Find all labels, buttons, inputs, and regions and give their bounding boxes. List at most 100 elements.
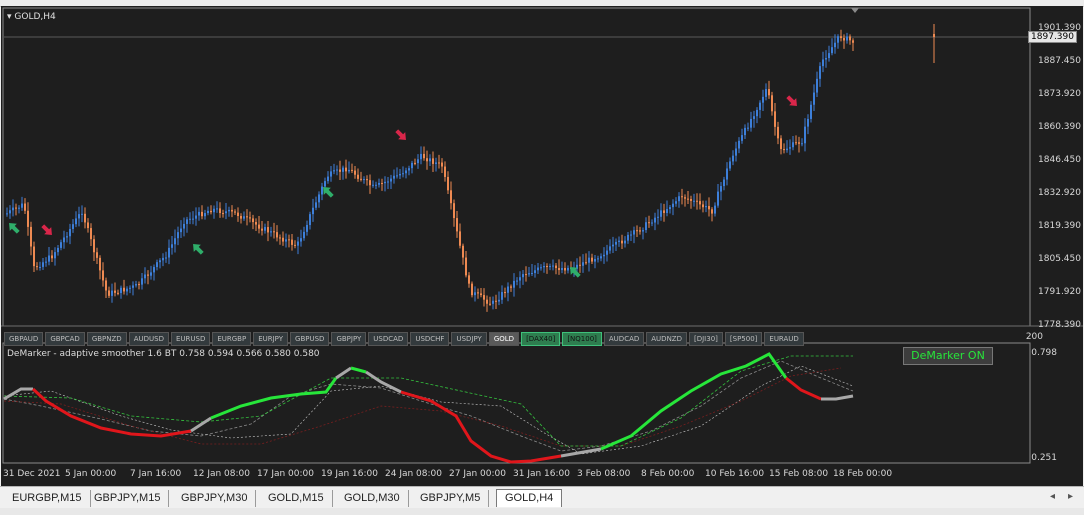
candle-body <box>534 270 536 273</box>
symbol-button[interactable]: EURUSD <box>170 332 211 346</box>
candle-body <box>141 278 143 285</box>
chart-tab[interactable]: GBPJPY,M15 <box>86 490 170 507</box>
symbol-button[interactable]: GBPJPY <box>331 332 367 346</box>
demarker-main-line <box>600 352 788 451</box>
symbol-button[interactable]: GBPCAD <box>45 332 85 346</box>
arrow-down-shape <box>395 129 406 140</box>
chart-tab[interactable]: GBPJPY,M30 <box>173 490 257 507</box>
candle-body <box>786 148 788 151</box>
candle-body <box>597 258 599 260</box>
chart-tab[interactable]: GOLD,M30 <box>336 490 409 507</box>
candle-body <box>156 262 158 268</box>
candle-body <box>132 285 134 288</box>
candle-body <box>321 186 323 195</box>
symbol-button[interactable]: AUDCAD <box>603 332 645 346</box>
symbol-button[interactable]: EURGBP <box>212 332 252 346</box>
candle-body <box>339 169 341 172</box>
candle-body <box>723 179 725 187</box>
symbol-button[interactable]: USDCHF <box>410 332 450 346</box>
candle-body <box>567 267 569 271</box>
symbol-button[interactable]: GBPUSD <box>290 332 330 346</box>
candle-body <box>420 153 422 160</box>
demarker-indicator <box>3 352 854 464</box>
candle-body <box>228 209 230 212</box>
symbol-button[interactable]: USDJPY <box>451 332 487 346</box>
candle-body <box>285 239 287 242</box>
candle-body <box>777 126 779 139</box>
candle-body <box>24 203 26 211</box>
candle-body <box>36 266 38 268</box>
candle-body <box>612 244 614 247</box>
candle-body <box>471 283 473 296</box>
chart-tab[interactable]: GOLD,H4 <box>496 489 563 507</box>
candle-body <box>168 247 170 258</box>
candle-body <box>378 182 380 185</box>
candle-body <box>222 213 224 215</box>
chart-tab[interactable]: GOLD,M15 <box>260 490 333 507</box>
time-axis-label: 8 Feb 00:00 <box>641 469 695 479</box>
symbol-button[interactable]: GBPNZD <box>86 332 127 346</box>
candle-body <box>660 210 662 217</box>
candle-body <box>768 89 770 96</box>
candle-body <box>282 237 284 242</box>
candle-body <box>525 274 527 276</box>
chart-shift-marker[interactable] <box>851 8 859 13</box>
candle-body <box>687 198 689 200</box>
candle-body <box>318 194 320 203</box>
candle-body <box>147 274 149 276</box>
symbol-button[interactable]: [SP500] <box>724 332 763 346</box>
symbol-button[interactable]: [DAX40] <box>521 332 561 346</box>
symbol-button[interactable]: EURAUD <box>764 332 804 346</box>
candle-body <box>429 158 431 162</box>
tab-scroll-left-icon[interactable]: ◂ <box>1050 491 1055 502</box>
symbol-button[interactable]: [NQ100] <box>562 332 602 346</box>
time-axis-label: 3 Feb 08:00 <box>577 469 631 479</box>
arrow-up-icon <box>193 244 204 255</box>
candle-body <box>663 210 665 213</box>
candle-body <box>192 218 194 220</box>
candle-body <box>237 212 239 217</box>
price-axis-label: 1860.390 <box>1038 122 1081 132</box>
symbol-button[interactable]: GOLD <box>488 332 520 346</box>
demarker-on-button[interactable]: DeMarker ON <box>903 347 993 365</box>
candle-body <box>276 232 278 238</box>
candle-body <box>783 149 785 151</box>
candle-body <box>162 257 164 261</box>
chart-canvas[interactable] <box>1 6 1083 486</box>
candle-body <box>21 203 23 208</box>
candle-body <box>792 142 794 148</box>
candle-body <box>231 209 233 212</box>
candle-body <box>477 292 479 294</box>
chart-tab[interactable]: EURGBP,M15 <box>4 490 91 507</box>
candle-body <box>99 257 101 271</box>
candle-body <box>801 143 803 145</box>
candle-body <box>108 290 110 296</box>
candle-body <box>111 290 113 296</box>
symbol-button[interactable]: AUDNZD <box>646 332 687 346</box>
symbol-button[interactable]: EURJPY <box>253 332 289 346</box>
candle-body <box>51 255 53 259</box>
tab-scroll-right-icon[interactable]: ▸ <box>1068 491 1073 502</box>
candle-body <box>549 266 551 268</box>
chart-area[interactable]: ▾ GOLD,H4 1901.390 1887.450 1873.920 1860.3… <box>1 6 1083 486</box>
candle-body <box>165 257 167 259</box>
candle-body <box>57 247 59 253</box>
candle-body <box>48 255 50 262</box>
symbol-button[interactable]: [DJI30] <box>689 332 723 346</box>
time-axis-label: 27 Jan 00:00 <box>449 469 506 479</box>
candle-body <box>669 207 671 210</box>
candle-body <box>780 138 782 150</box>
candle-body <box>696 200 698 202</box>
symbol-button[interactable]: GBPAUD <box>4 332 44 346</box>
candle-body <box>717 191 719 206</box>
symbol-button[interactable]: AUDUSD <box>128 332 169 346</box>
candle-body <box>42 262 44 267</box>
indicator-level-high: 0.798 <box>1031 348 1057 358</box>
symbol-button[interactable]: USDCAD <box>368 332 409 346</box>
candle-body <box>630 234 632 236</box>
candle-body <box>123 287 125 292</box>
chart-tab[interactable]: GBPJPY,M5 <box>412 490 490 507</box>
candle-body <box>417 159 419 164</box>
candle-body <box>933 34 935 37</box>
time-axis-label: 31 Dec 2021 <box>3 469 61 479</box>
